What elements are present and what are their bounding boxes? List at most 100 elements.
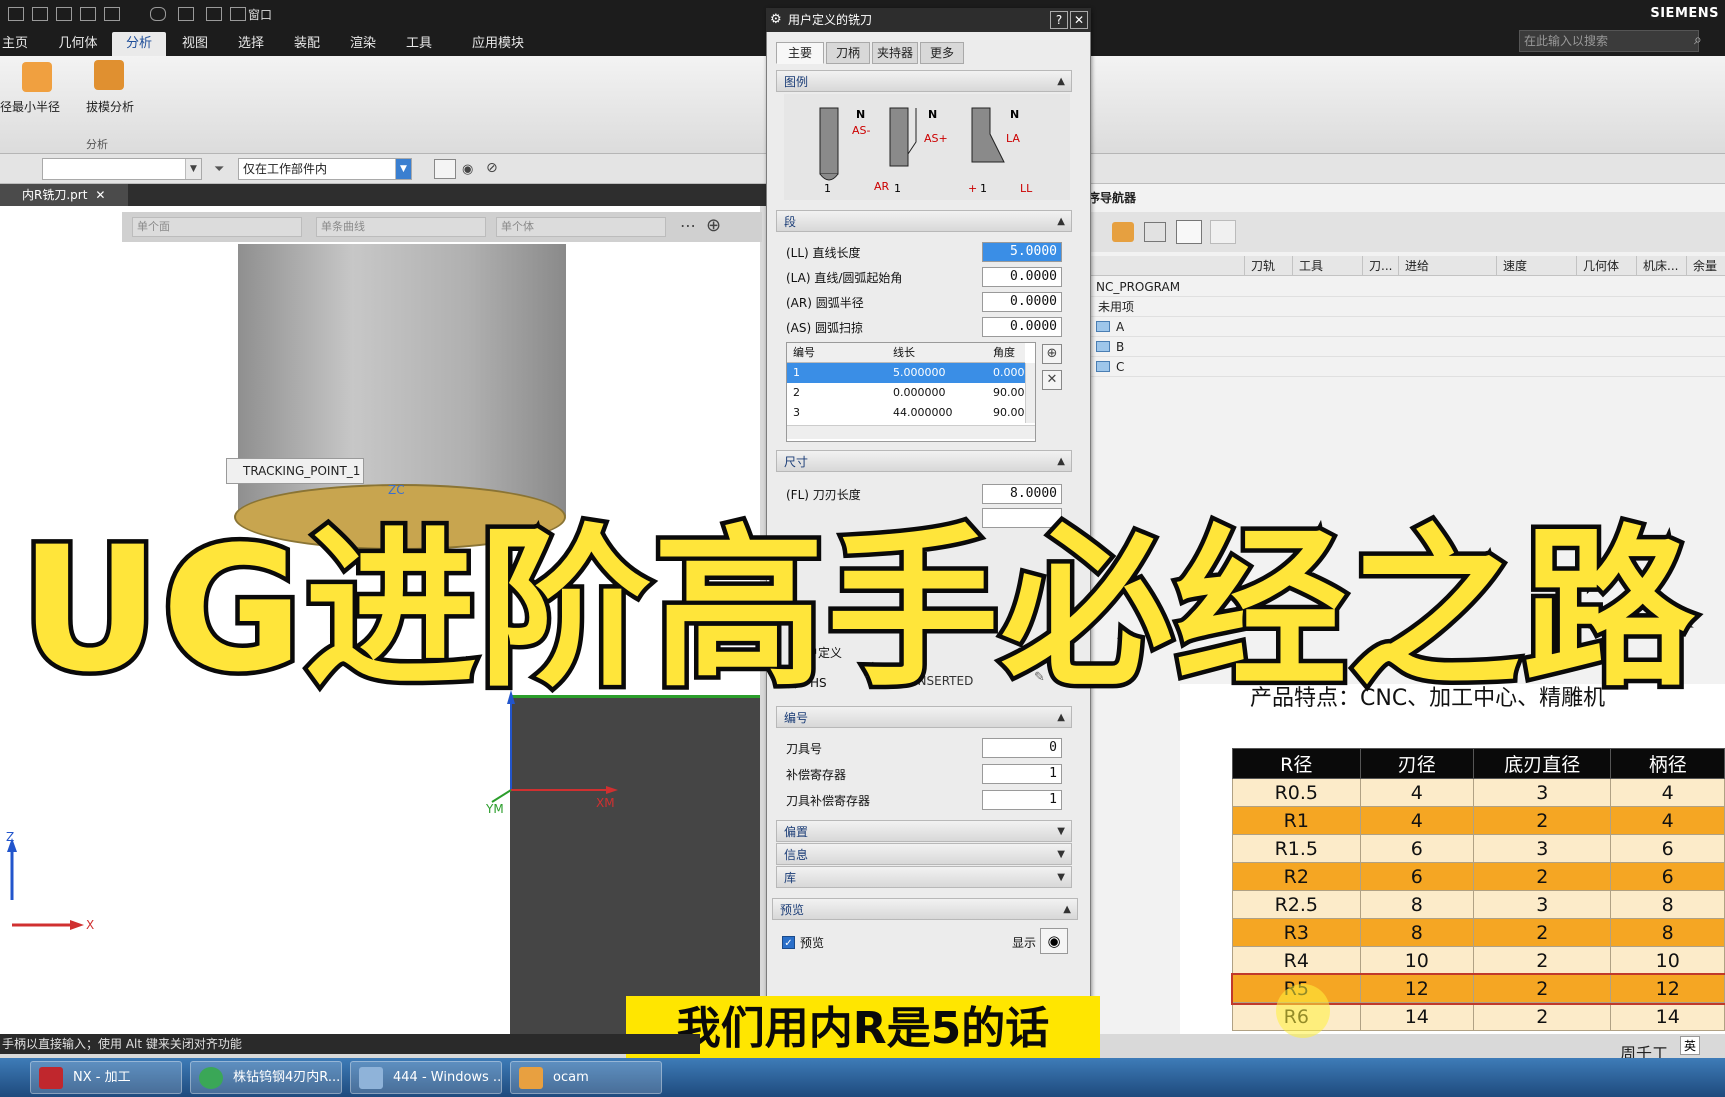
curve-rule-combo[interactable]: 单条曲线 (316, 217, 486, 237)
cutcom-register-input[interactable]: 1 (982, 790, 1062, 810)
col-length[interactable]: 线长 (893, 343, 915, 363)
as-input[interactable]: 0.0000 (982, 317, 1062, 337)
ll-label: (LL) 直线长度 (786, 246, 861, 260)
ar-input[interactable]: 0.0000 (982, 292, 1062, 312)
file-tab[interactable]: 内R铣刀.prt ✕ (0, 184, 128, 206)
more-icon[interactable]: ⋯ (680, 216, 696, 235)
table-hscrollbar[interactable] (787, 425, 1035, 439)
search-input[interactable]: 在此输入以搜索 (1519, 30, 1699, 52)
scope-combo[interactable]: 仅在工作部件内 ▼ (238, 158, 412, 180)
section-segment[interactable]: 段 ▲ (776, 210, 1072, 232)
geometry-view-icon[interactable] (1176, 220, 1202, 244)
mcs-icon[interactable] (434, 159, 456, 179)
face-rule-combo[interactable]: 单个面 (132, 217, 302, 237)
tab-applications[interactable]: 应用模块 (458, 32, 538, 56)
tool-number-input[interactable]: 0 (982, 738, 1062, 758)
col-number[interactable]: 编号 (793, 343, 815, 363)
min-radius-icon[interactable] (22, 62, 52, 92)
copy-icon[interactable] (32, 7, 48, 21)
program-view-icon[interactable] (1112, 222, 1134, 242)
draft-analysis-icon[interactable] (94, 60, 124, 90)
col-speed[interactable]: 速度 (1496, 256, 1576, 276)
section-dimension[interactable]: 尺寸 ▲ (776, 450, 1072, 472)
microphone-icon[interactable] (150, 7, 166, 21)
snap-icon[interactable] (8, 7, 24, 21)
tab-shank[interactable]: 刀柄 (826, 42, 870, 64)
body-rule-combo[interactable]: 单个体 (496, 217, 666, 237)
col-tool-no[interactable]: 刀... (1362, 256, 1398, 276)
tree-row[interactable]: 未用项 (1088, 297, 1725, 317)
table-row[interactable]: 2 0.000000 90.00 (787, 383, 1025, 403)
taskbar-nx[interactable]: NX - 加工 (30, 1061, 182, 1094)
section-legend[interactable]: 图例 ▲ (776, 70, 1072, 92)
tracking-point-label[interactable]: TRACKING_POINT_1 (226, 458, 364, 484)
fl-input[interactable]: 8.0000 (982, 484, 1062, 504)
tab-geometry[interactable]: 几何体 (50, 32, 106, 56)
section-preview[interactable]: 预览 ▲ (772, 898, 1078, 920)
window-icon[interactable] (230, 7, 246, 21)
close-button[interactable]: ✕ (1070, 11, 1088, 29)
col-tool[interactable]: 工具 (1292, 256, 1362, 276)
tab-more[interactable]: 更多 (920, 42, 964, 64)
tab-holder[interactable]: 夹持器 (872, 42, 918, 64)
gear-icon[interactable]: ⚙ (770, 12, 782, 27)
draft-analysis-button[interactable]: 拔模分析 (86, 98, 134, 115)
tree-row[interactable]: B (1088, 337, 1725, 357)
snap-point-icon[interactable]: ⊕ (706, 215, 721, 236)
min-radius-button[interactable]: 最小半径 (12, 98, 60, 115)
dialog-title: 用户定义的铣刀 (766, 8, 1091, 32)
col-toolpath[interactable]: 刀轨 (1244, 256, 1292, 276)
paste-special-icon[interactable] (80, 7, 96, 21)
search-icon[interactable]: ⌕ (1694, 32, 1702, 48)
preview-checkbox[interactable]: ✓ (782, 936, 795, 949)
show-result-button[interactable]: ◉ (1040, 928, 1068, 954)
table-header: R径 (1232, 748, 1361, 779)
tab-render[interactable]: 渲染 (344, 32, 382, 56)
table-scrollbar[interactable] (1025, 363, 1035, 423)
close-icon[interactable]: ✕ (95, 188, 105, 202)
cutcom-register-label: 刀具补偿寄存器 (786, 794, 871, 808)
la-input[interactable]: 0.0000 (982, 267, 1062, 287)
col-stock[interactable]: 余量 (1686, 256, 1725, 276)
table-row[interactable]: 1 5.000000 0.000 (787, 363, 1025, 383)
tab-select[interactable]: 选择 (232, 32, 270, 56)
pen-icon[interactable] (104, 7, 120, 21)
tab-analysis[interactable]: 分析 (112, 32, 166, 56)
ll-input[interactable]: 5.0000 (982, 242, 1062, 262)
add-icon[interactable]: ⊕ (1042, 344, 1062, 364)
window-menu[interactable]: 窗口 (248, 6, 272, 23)
tab-assembly[interactable]: 装配 (288, 32, 326, 56)
paste-icon[interactable] (56, 7, 72, 21)
tool-view-icon[interactable] (1144, 222, 1166, 242)
tree-row[interactable]: C (1088, 357, 1725, 377)
delete-icon[interactable]: ✕ (1042, 370, 1062, 390)
tree-row[interactable]: A (1088, 317, 1725, 337)
type-filter-combo[interactable]: ▼ (42, 158, 202, 180)
tab-home[interactable]: 主页 (0, 32, 30, 56)
col-feed[interactable]: 进给 (1398, 256, 1496, 276)
tab-main[interactable]: 主要 (776, 42, 824, 64)
filter-icon[interactable]: ⏷ (214, 162, 224, 177)
ime-indicator[interactable]: 英 (1680, 1036, 1701, 1055)
undo-icon[interactable] (178, 7, 194, 21)
hide-icon[interactable]: ⊘ (486, 160, 498, 176)
tab-tools[interactable]: 工具 (400, 32, 438, 56)
taskbar-ocam[interactable]: ocam (510, 1061, 662, 1094)
section-offset[interactable]: 偏置 ▼ (776, 820, 1072, 842)
method-view-icon[interactable] (1210, 220, 1236, 244)
col-machine[interactable]: 机床... (1636, 256, 1686, 276)
tree-row[interactable]: NC_PROGRAM (1088, 277, 1725, 297)
taskbar-browser[interactable]: 株钻钨钢4刃内R... (190, 1061, 342, 1094)
taskbar-windows[interactable]: 444 - Windows ... (350, 1061, 502, 1094)
adjust-register-input[interactable]: 1 (982, 764, 1062, 784)
table-row[interactable]: 3 44.000000 90.00 (787, 403, 1025, 423)
show-icon[interactable]: ◉ (462, 162, 473, 177)
col-angle[interactable]: 角度 (993, 343, 1015, 363)
col-geometry[interactable]: 几何体 (1576, 256, 1636, 276)
help-button[interactable]: ? (1050, 11, 1068, 29)
section-library[interactable]: 库 ▼ (776, 866, 1072, 888)
tab-view[interactable]: 视图 (176, 32, 214, 56)
table-header: 刃径 (1359, 748, 1475, 779)
window-switch-icon[interactable] (206, 7, 222, 21)
section-info[interactable]: 信息 ▼ (776, 843, 1072, 865)
